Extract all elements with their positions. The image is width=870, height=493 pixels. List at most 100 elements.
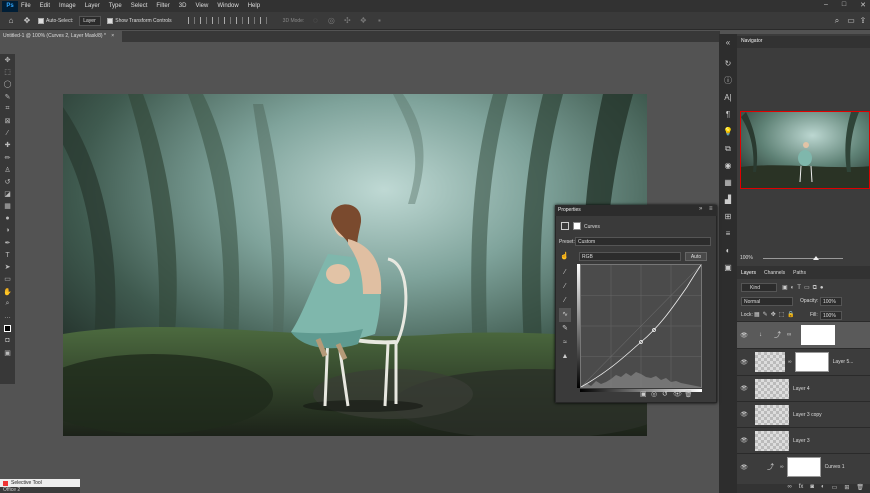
delete-adjustment-icon[interactable]: 🗑	[684, 391, 693, 399]
align-bottom-icon[interactable]	[247, 17, 255, 24]
swatches-icon[interactable]: ▦	[719, 174, 737, 191]
layer-mask-thumbnail[interactable]	[801, 325, 836, 345]
share-icon[interactable]: ⇪	[858, 16, 868, 26]
type-tool-icon[interactable]: T	[0, 249, 15, 261]
distribute-icon[interactable]	[259, 17, 267, 24]
lasso-tool-icon[interactable]: ◯	[0, 78, 15, 90]
character-icon[interactable]: A|	[719, 89, 737, 106]
layer-row-layer-3[interactable]: 👁 Layer 3	[737, 427, 870, 453]
menu-filter[interactable]: Filter	[156, 3, 169, 9]
properties-icon[interactable]: ≡	[719, 225, 737, 242]
link-layers-icon[interactable]: ∞	[787, 484, 791, 493]
target-adjust-icon[interactable]: ☝	[560, 252, 569, 260]
menu-window[interactable]: Window	[217, 3, 238, 9]
3d-scale-icon[interactable]: ▪	[374, 16, 384, 26]
tab-channels[interactable]: Channels	[764, 270, 785, 276]
visibility-eye-icon[interactable]: 👁	[739, 411, 749, 418]
eraser-icon[interactable]: ◪	[0, 188, 15, 200]
reset-icon[interactable]: ↺	[662, 391, 670, 399]
auto-select-target-dropdown[interactable]: Layer	[79, 15, 102, 26]
white-eyedropper-icon[interactable]: ⁄	[559, 294, 571, 308]
fill-input[interactable]: 100%	[820, 311, 842, 320]
3d-slide-icon[interactable]: ❖	[358, 16, 368, 26]
navigator-zoom-value[interactable]: 100%	[740, 255, 753, 261]
close-tab-icon[interactable]: ×	[111, 33, 114, 39]
layer-filter-icons[interactable]: ▣◐T▭⧉●	[782, 284, 827, 292]
preset-dropdown[interactable]: Custom	[575, 237, 711, 246]
curve-point-icon[interactable]: ∿	[559, 308, 571, 322]
more-tools-icon[interactable]: …	[0, 310, 15, 322]
opacity-input[interactable]: 100%	[820, 297, 842, 306]
info-icon[interactable]: ⓘ	[719, 72, 737, 89]
patterns-icon[interactable]: ⊞	[719, 208, 737, 225]
layer-mask-thumbnail[interactable]	[786, 457, 821, 477]
collapse-panel-icon[interactable]: »	[699, 206, 702, 212]
align-middle-icon[interactable]	[235, 17, 243, 24]
align-left-icon[interactable]	[187, 17, 195, 24]
3d-orbit-icon[interactable]: ◌	[310, 16, 320, 26]
quick-mask-icon[interactable]: ◘	[0, 334, 15, 346]
menu-edit[interactable]: Edit	[40, 3, 50, 9]
menu-image[interactable]: Image	[59, 3, 76, 9]
new-group-icon[interactable]: ▭	[832, 484, 838, 493]
auto-select-checkbox[interactable]: Auto-Select:	[38, 17, 73, 24]
visibility-eye-icon[interactable]: 👁	[739, 385, 749, 392]
view-previous-icon[interactable]: ◎	[651, 391, 659, 399]
toggle-visibility-icon[interactable]: 👁	[673, 391, 682, 399]
show-transform-checkbox[interactable]: Show Transform Controls	[107, 17, 172, 24]
curves-graph[interactable]	[580, 264, 702, 388]
healing-brush-icon[interactable]: ✚	[0, 139, 15, 151]
blend-mode-dropdown[interactable]: Normal	[741, 297, 793, 306]
close-icon[interactable]: ✕	[860, 1, 866, 9]
tab-layers[interactable]: Layers	[741, 270, 756, 276]
menu-view[interactable]: View	[195, 3, 208, 9]
frame-tool-icon[interactable]: ⊠	[0, 115, 15, 127]
minimize-icon[interactable]: –	[824, 1, 828, 9]
layer-row-layer-4[interactable]: 👁 Layer 4	[737, 375, 870, 401]
layer-mask-thumbnail[interactable]	[794, 352, 829, 372]
libraries-icon[interactable]: ⧉	[719, 140, 737, 157]
menu-file[interactable]: File	[21, 3, 31, 9]
workspace-icon[interactable]: ▭	[846, 16, 856, 26]
add-mask-icon[interactable]: ◙	[810, 484, 814, 493]
mask-icon[interactable]	[573, 222, 581, 230]
move-tool-icon[interactable]: ✥	[0, 54, 15, 66]
fx-icon[interactable]: fx	[799, 484, 804, 493]
maximize-icon[interactable]: □	[842, 1, 846, 9]
visibility-eye-icon[interactable]: 👁	[739, 437, 749, 444]
color-icon[interactable]: ◉	[719, 157, 737, 174]
gradient-icon[interactable]: ▦	[0, 200, 15, 212]
3d-pan-icon[interactable]: ✣	[342, 16, 352, 26]
channel-dropdown[interactable]: RGB	[579, 252, 681, 261]
visibility-eye-icon[interactable]: 👁	[739, 359, 749, 366]
eyedropper-icon[interactable]: ⁄	[0, 127, 15, 139]
histogram-icon[interactable]: ▟	[719, 191, 737, 208]
collapse-dock-icon[interactable]: «	[719, 34, 737, 51]
paragraph-icon[interactable]: ¶	[719, 106, 737, 123]
align-center-icon[interactable]	[199, 17, 207, 24]
layer-row-layer-3-copy[interactable]: 👁 Layer 3 copy	[737, 401, 870, 427]
path-select-icon[interactable]: ➤	[0, 261, 15, 273]
crop-tool-icon[interactable]: ⌗	[0, 103, 15, 115]
navigator-preview[interactable]	[740, 111, 870, 189]
home-icon[interactable]: ⌂	[6, 16, 16, 26]
history-brush-icon[interactable]: ↺	[0, 176, 15, 188]
pencil-curve-icon[interactable]: ✎	[559, 322, 571, 336]
quick-select-icon[interactable]: ✎	[0, 91, 15, 103]
black-eyedropper-icon[interactable]: ⁄	[559, 266, 571, 280]
menu-select[interactable]: Select	[131, 3, 148, 9]
menu-3d[interactable]: 3D	[179, 3, 187, 9]
menu-help[interactable]: Help	[248, 3, 260, 9]
learn-icon[interactable]: 💡	[719, 123, 737, 140]
align-right-icon[interactable]	[211, 17, 219, 24]
layer-filter-dropdown[interactable]: Kind	[741, 283, 777, 292]
layer-row-curves-2[interactable]: 👁 ↓ ⤴ ∞	[737, 321, 870, 348]
smooth-icon[interactable]: ≈	[559, 336, 571, 350]
menu-type[interactable]: Type	[109, 3, 122, 9]
clipping-warning-icon[interactable]: ▲	[559, 350, 571, 364]
styles-icon[interactable]: ▣	[719, 259, 737, 276]
history-icon[interactable]: ↻	[719, 55, 737, 72]
new-layer-icon[interactable]: ⊞	[844, 484, 849, 493]
navigator-zoom-slider[interactable]	[762, 255, 843, 260]
color-swatches-icon[interactable]	[0, 322, 15, 334]
